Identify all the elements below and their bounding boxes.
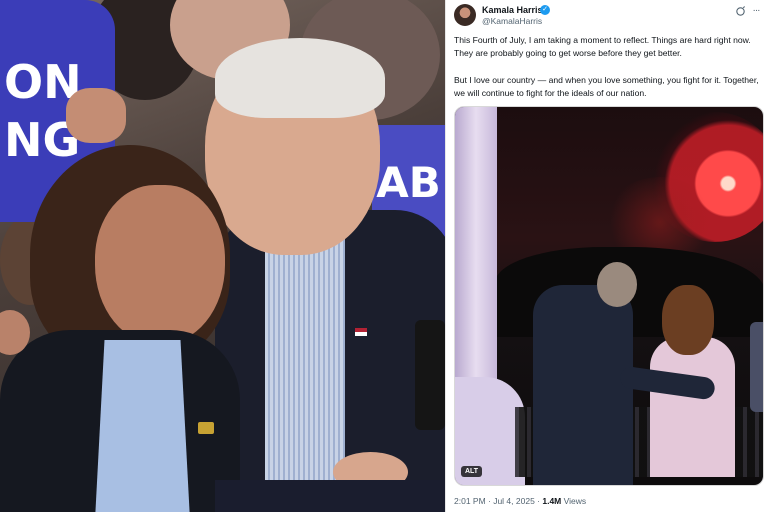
tweet-text: This Fourth of July, I am taking a momen… (454, 34, 764, 113)
woman-hair-back (662, 285, 714, 355)
woman-back (650, 337, 735, 477)
views-label: Views (561, 496, 587, 506)
woman-face (95, 185, 225, 345)
woman-pin (198, 422, 214, 434)
man-hair (215, 38, 385, 118)
more-icon[interactable]: ··· (750, 6, 762, 18)
author-handle[interactable]: @KamalaHarris (482, 16, 542, 26)
alt-badge[interactable]: ALT (461, 466, 483, 477)
tweet-media-image[interactable]: ALT (454, 106, 764, 486)
podium (215, 480, 445, 512)
sign-text: AB (376, 158, 441, 207)
tweet-paragraph: This Fourth of July, I am taking a momen… (454, 35, 751, 59)
man-back (533, 285, 633, 485)
grok-icon[interactable] (734, 6, 746, 18)
man-shirt (265, 215, 345, 485)
tweet-timestamp[interactable]: 2:01 PM · Jul 4, 2025 · (454, 496, 542, 506)
woman-shirt (95, 340, 190, 512)
views-count: 1.4M (542, 496, 562, 506)
microphone (415, 320, 445, 430)
raised-hand (66, 88, 126, 143)
tweet-paragraph: But I love our country — and when you lo… (454, 74, 759, 98)
tweet-header: Kamala Harris ✓ @KamalaHarris ··· (454, 4, 764, 28)
tweet-meta: 2:01 PM · Jul 4, 2025 · 1.4M Views (454, 496, 586, 506)
campaign-photo: ON NG AB (0, 0, 445, 512)
verified-badge-icon: ✓ (540, 5, 550, 15)
right-edge-person (750, 322, 763, 412)
tweet-card: Kamala Harris ✓ @KamalaHarris ··· This F… (445, 0, 768, 512)
flag-pin (355, 328, 367, 336)
author-name[interactable]: Kamala Harris (482, 5, 543, 15)
man-head-back (597, 262, 637, 307)
avatar[interactable] (454, 4, 476, 26)
